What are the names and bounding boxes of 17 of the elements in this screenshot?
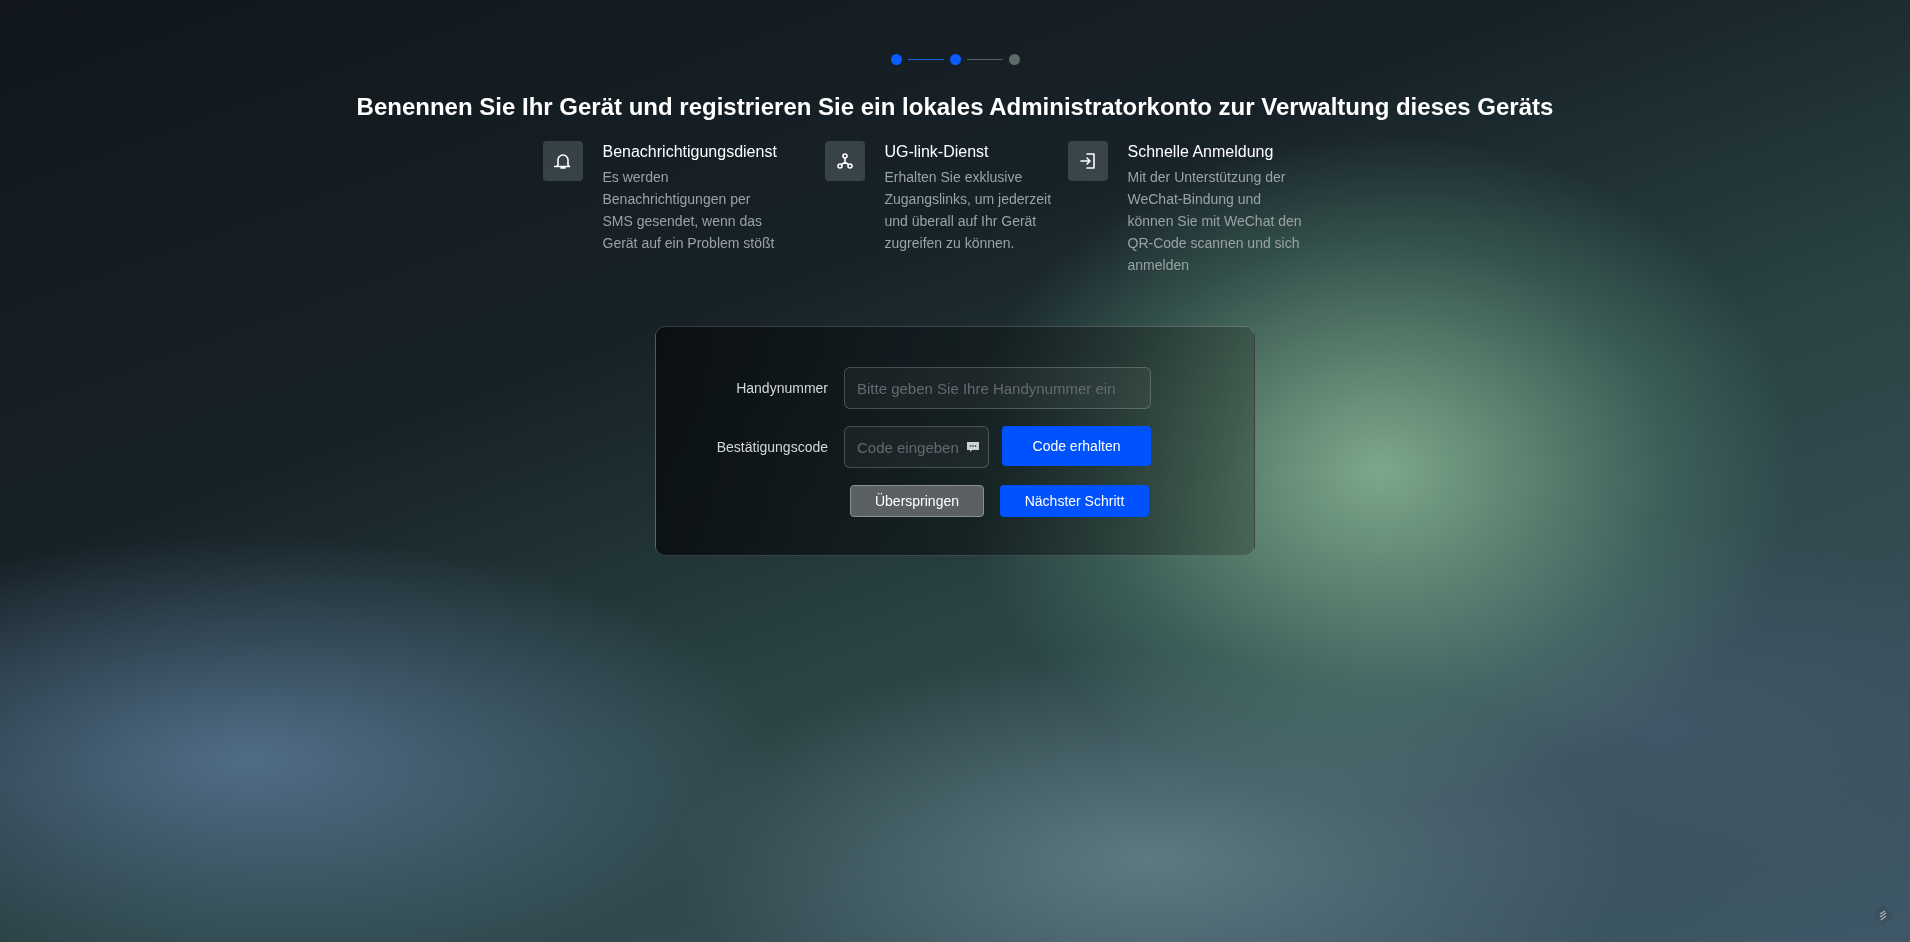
page-title: Benennen Sie Ihr Gerät und registrieren Sie ein lokales Administratorkonto zur Verwaltung dieses Geräts [356, 93, 1554, 121]
field-label: Bestätigungscode [715, 439, 828, 455]
feature-title: UG-link-Dienst [884, 142, 990, 162]
feature-description: Erhalten Sie exklusive Zugangslinks, um jederzeit und überall auf Ihr Gerät zugreifen zu können. [884, 168, 1053, 253]
diamond-logo-icon [1872, 904, 1894, 926]
field-label: Handynummer [735, 380, 828, 396]
feature-description: Mit der Unterstützung der WeChat-Bindung und können Sie mit WeChat den QR-Code scannen und sich anmelden [1127, 168, 1303, 275]
feature-description: Es werden Benachrichtigungen per SMS gesendet, wenn das Gerät auf ein Problem stößt [602, 168, 776, 253]
feature-title: Schnelle Anmeldung [1127, 142, 1275, 162]
get-code-button[interactable]: Code erhalten [1002, 426, 1151, 466]
login-icon [1078, 152, 1097, 170]
chat-bubble-icon [966, 441, 980, 453]
skip-button[interactable]: Überspringen [850, 485, 984, 517]
network-nodes-icon [835, 152, 854, 170]
next-step-button[interactable]: Nächster Schritt [1000, 485, 1149, 517]
feature-title: Benachrichtigungsdienst [602, 142, 778, 162]
bell-icon [553, 152, 572, 170]
